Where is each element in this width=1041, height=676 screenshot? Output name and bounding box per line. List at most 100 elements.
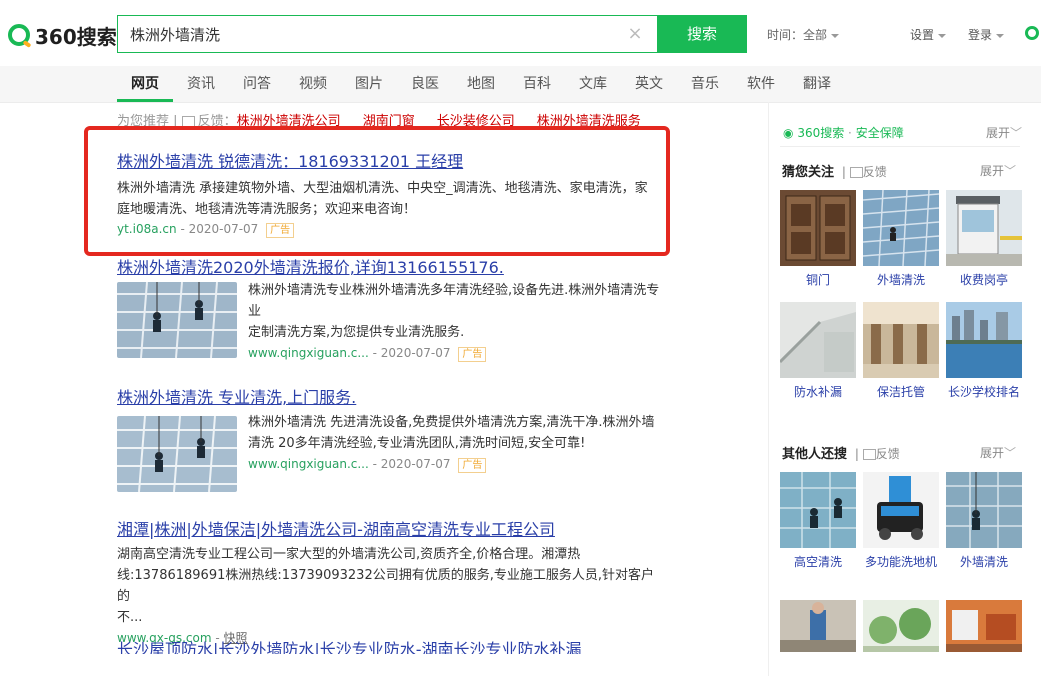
related-tile[interactable]: 保洁托管 xyxy=(863,302,939,400)
related-tile[interactable]: 外墙清洗 xyxy=(863,190,939,288)
tile-label: 高空清洗 xyxy=(793,555,842,569)
safe-text: 安全保障 xyxy=(855,126,904,140)
logo-mark-icon[interactable] xyxy=(1025,26,1039,40)
result-title-link[interactable]: 株洲外墙清洗 专业清洗,上门服务. xyxy=(117,388,356,407)
chevron-down-icon xyxy=(996,33,1005,38)
tile-image xyxy=(780,600,856,652)
section-title-text: 其他人还搜 xyxy=(782,447,848,462)
search-tabs: 网页 资讯 问答 视频 图片 良医 地图 百科 文库 英文 音乐 软件 翻译 xyxy=(0,66,1041,103)
snippet-line: 湖南高空清洗专业工程公司一家大型的外墙清洗公司,资质齐全,价格合理。湘潭热 xyxy=(117,547,581,562)
expand-toggle[interactable]: 展开﹀ xyxy=(980,162,1016,179)
safe-guarantee[interactable]: ◉ 360搜索 · 安全保障 xyxy=(783,124,904,141)
login-link[interactable]: 登录 xyxy=(968,26,1005,43)
related-tile[interactable] xyxy=(946,600,1022,652)
chevron-down-icon: ﹀ xyxy=(1004,446,1017,460)
related-tile[interactable]: 高空清洗 xyxy=(780,472,856,570)
tab-wenku[interactable]: 文库 xyxy=(579,73,607,93)
related-tile[interactable]: 多功能洗地机 xyxy=(863,472,939,570)
search-result: 湘潭|株洲|外墙保洁|外墙清洗公司-湖南高空清洗专业工程公司 湖南高空清洗专业工… xyxy=(117,516,657,646)
related-tile[interactable]: 收费岗亭 xyxy=(946,190,1022,288)
ad-badge: 广告 xyxy=(458,458,487,473)
feedback-icon xyxy=(849,167,863,178)
related-tile[interactable] xyxy=(863,600,939,652)
tile-image xyxy=(863,600,939,652)
tile-image xyxy=(780,190,856,266)
related-tile[interactable]: 铜门 xyxy=(780,190,856,288)
snippet-line: 株洲外墙清洗专业株洲外墙清洗多年清洗经验,设备先进.株洲外墙清洗专业 xyxy=(248,283,660,319)
section-title: 其他人还搜 | 反馈 xyxy=(782,443,900,462)
result-url[interactable]: www.qingxiguan.c... xyxy=(248,346,369,360)
result-date: - 2020-07-07 xyxy=(372,346,451,360)
expand-toggle[interactable]: 展开﹀ xyxy=(986,124,1022,141)
result-date: - 2020-07-07 xyxy=(372,457,451,471)
result-url[interactable]: www.qingxiguan.c... xyxy=(248,457,369,471)
annotation-highlight-box xyxy=(84,126,670,256)
result-meta: www.qingxiguan.c... - 2020-07-07 广告 xyxy=(248,343,668,364)
expand-toggle[interactable]: 展开﹀ xyxy=(980,444,1016,461)
sidebar-divider xyxy=(780,146,1020,147)
feedback-link[interactable]: | 反馈 xyxy=(838,165,887,179)
section-title: 猜您关注 | 反馈 xyxy=(782,161,887,180)
safe-brand: 360搜索 xyxy=(797,126,845,140)
search-result: 长沙屋顶防水|长沙外墙防水|长沙专业防水-湖南长沙专业防水补漏 xyxy=(117,640,677,654)
expand-label: 展开 xyxy=(980,446,1005,460)
result-thumbnail[interactable] xyxy=(117,282,237,358)
tab-map[interactable]: 地图 xyxy=(467,73,495,93)
feedback-label: 反馈 xyxy=(875,447,900,461)
tile-label: 长沙学校排名 xyxy=(947,385,1020,399)
search-box[interactable]: × xyxy=(117,15,657,54)
tile-label: 防水补漏 xyxy=(793,385,842,399)
result-title-link[interactable]: 湘潭|株洲|外墙保洁|外墙清洗公司-湖南高空清洗专业工程公司 xyxy=(117,520,555,539)
feedback-icon xyxy=(862,449,876,460)
result-title-link[interactable]: 长沙屋顶防水|长沙外墙防水|长沙专业防水-湖南长沙专业防水补漏 xyxy=(117,640,582,654)
tab-doctor[interactable]: 良医 xyxy=(411,73,439,93)
expand-label: 展开 xyxy=(980,164,1005,178)
settings-link[interactable]: 设置 xyxy=(910,26,947,43)
logo[interactable]: 360搜索 xyxy=(8,20,117,50)
tab-software[interactable]: 软件 xyxy=(747,73,775,93)
chevron-down-icon: ﹀ xyxy=(1004,164,1017,178)
search-button[interactable]: 搜索 xyxy=(657,15,747,53)
tile-image xyxy=(946,472,1022,548)
tile-image xyxy=(780,302,856,378)
result-snippet: 株洲外墙清洗 先进清洗设备,免费提供外墙清洗方案,清洗干净.株洲外墙 清洗 20… xyxy=(248,412,668,475)
related-tile[interactable] xyxy=(780,600,856,652)
result-thumbnail[interactable] xyxy=(117,416,237,492)
snippet-line: 不... xyxy=(117,610,143,625)
tab-web[interactable]: 网页 xyxy=(131,73,159,93)
tab-video[interactable]: 视频 xyxy=(299,73,327,93)
result-snippet: 株洲外墙清洗专业株洲外墙清洗多年清洗经验,设备先进.株洲外墙清洗专业 定制清洗方… xyxy=(248,280,668,364)
result-snippet: 湖南高空清洗专业工程公司一家大型的外墙清洗公司,资质齐全,价格合理。湘潭热 线:… xyxy=(117,544,657,628)
feedback-link[interactable]: | 反馈 xyxy=(851,447,900,461)
snippet-line: 株洲外墙清洗 先进清洗设备,免费提供外墙清洗方案,清洗干净.株洲外墙 xyxy=(248,415,655,430)
tile-image xyxy=(863,472,939,548)
result-title-link[interactable]: 株洲外墙清洗2020外墙清洗报价,详询13166155176. xyxy=(117,258,504,277)
tab-baike[interactable]: 百科 xyxy=(523,73,551,93)
tab-images[interactable]: 图片 xyxy=(355,73,383,93)
tile-image xyxy=(780,472,856,548)
tab-music[interactable]: 音乐 xyxy=(691,73,719,93)
clear-icon[interactable]: × xyxy=(625,24,645,44)
tab-english[interactable]: 英文 xyxy=(635,73,663,93)
related-tile[interactable]: 长沙学校排名 xyxy=(946,302,1022,400)
tab-news[interactable]: 资讯 xyxy=(187,73,215,93)
tab-translate[interactable]: 翻译 xyxy=(803,73,831,93)
tile-image xyxy=(946,302,1022,378)
tab-qa[interactable]: 问答 xyxy=(243,73,271,93)
time-filter-label: 时间：全部 xyxy=(767,28,828,42)
related-tile[interactable]: 外墙清洗 xyxy=(946,472,1022,570)
section-title-text: 猜您关注 xyxy=(782,165,835,180)
tile-label: 外墙清洗 xyxy=(959,555,1008,569)
active-tab-indicator xyxy=(117,99,173,102)
tile-image xyxy=(863,190,939,266)
search-input[interactable] xyxy=(128,16,612,54)
chevron-down-icon xyxy=(831,33,840,38)
search-result-ad: 株洲外墙清洗2020外墙清洗报价,详询13166155176. 株洲外墙清洗专业… xyxy=(117,254,659,362)
related-tile[interactable]: 防水补漏 xyxy=(780,302,856,400)
tile-label: 铜门 xyxy=(805,273,830,287)
login-label: 登录 xyxy=(968,28,993,42)
logo-text: 360搜索 xyxy=(35,24,117,49)
time-filter[interactable]: 时间：全部 xyxy=(767,26,840,43)
snippet-line: 线:13786189691株洲热线:13739093232公司拥有优质的服务,专… xyxy=(117,568,654,604)
snippet-line: 清洗 20多年清洗经验,专业清洗团队,清洗时间短,安全可靠! xyxy=(248,436,586,451)
